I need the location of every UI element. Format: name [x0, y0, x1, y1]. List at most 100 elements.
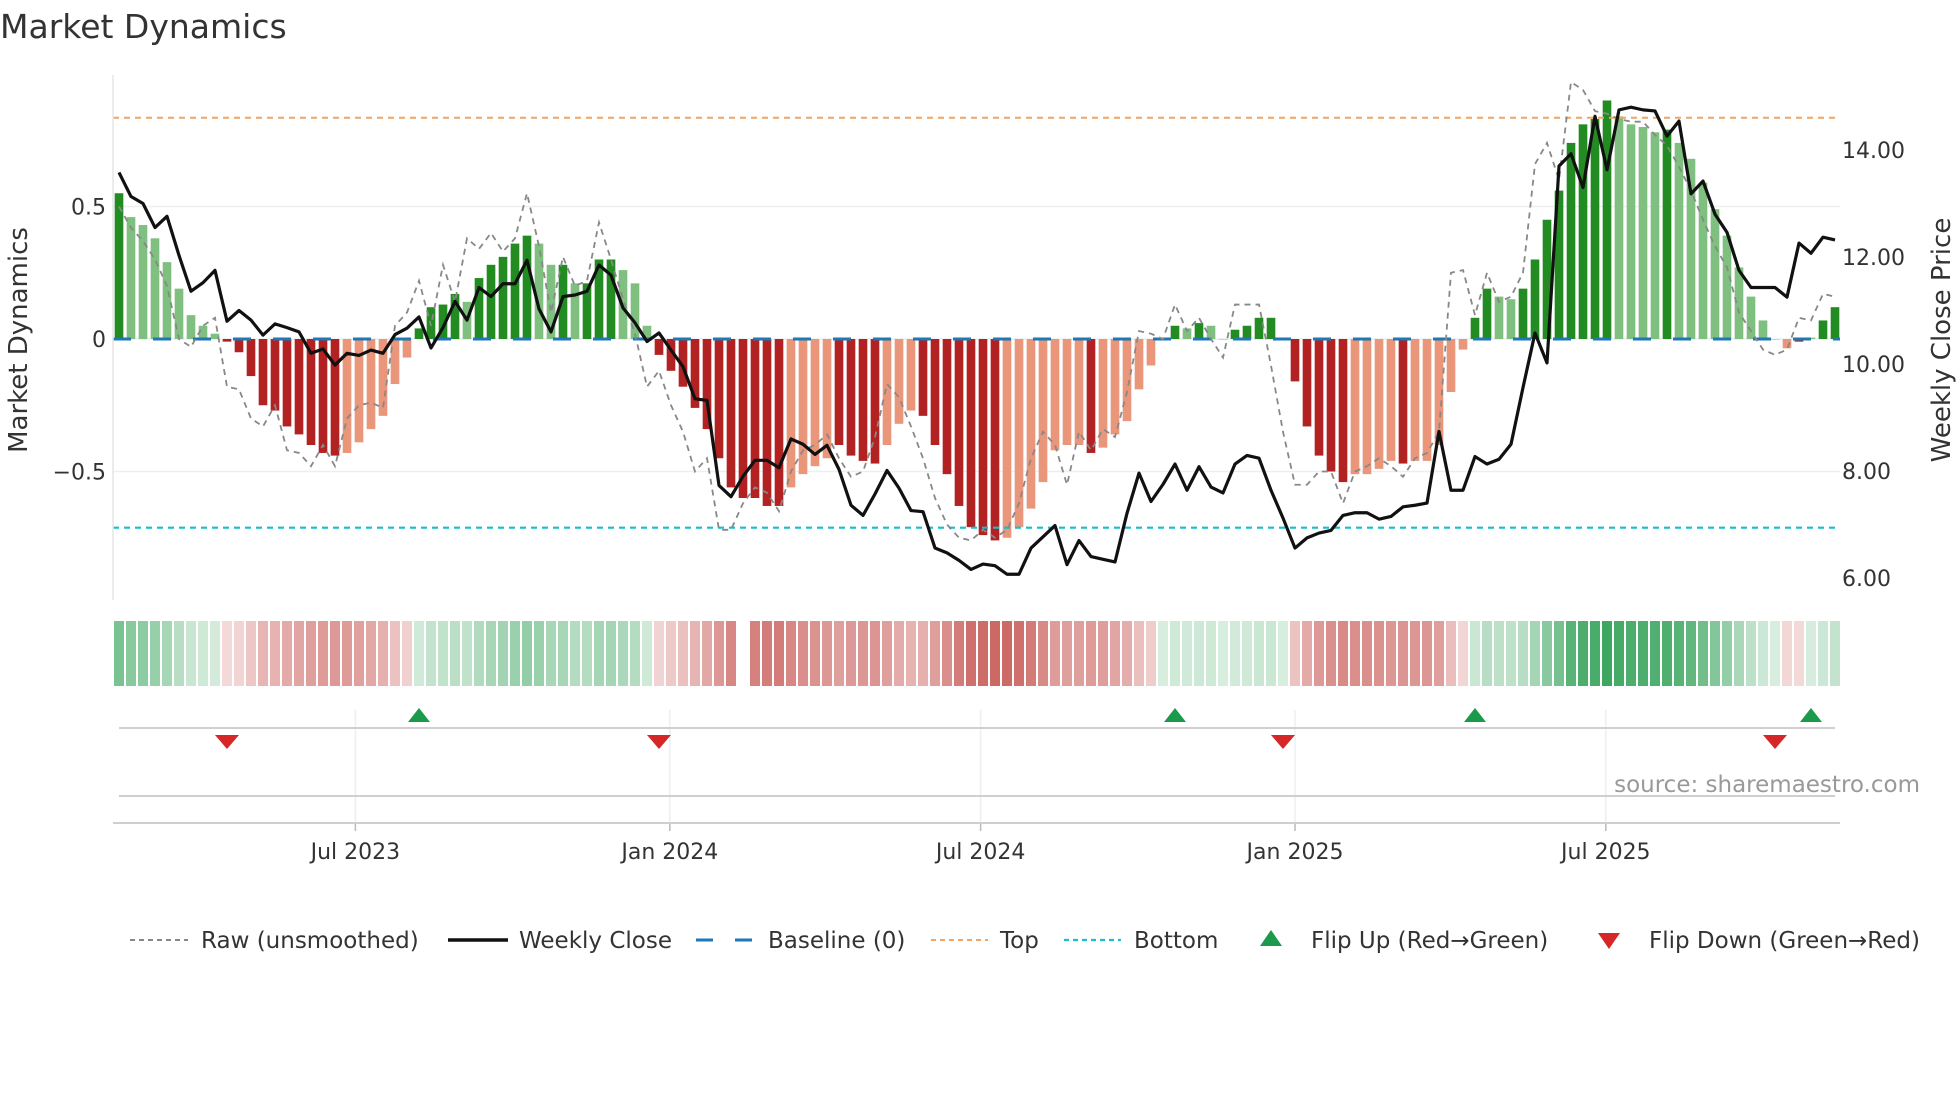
strength-band-cell: [294, 621, 304, 686]
strength-band-cell: [1254, 621, 1264, 686]
strength-band-cell: [546, 621, 556, 686]
histogram-bar: [1134, 339, 1144, 390]
strength-band-cell: [654, 621, 664, 686]
strength-band-cell: [438, 621, 448, 686]
strength-band-cell: [930, 621, 940, 686]
strength-band-cell: [918, 621, 928, 686]
strength-band-cell: [462, 621, 472, 686]
histogram-bar: [918, 339, 928, 416]
histogram-bar: [1518, 288, 1528, 339]
strength-band-cell: [510, 621, 520, 686]
strength-band-cell: [1194, 621, 1204, 686]
histogram-bar: [1002, 339, 1012, 538]
strength-band-cell: [258, 621, 268, 686]
legend-label: Top: [999, 928, 1039, 954]
histogram-bar: [1170, 325, 1180, 339]
histogram-bar: [1422, 339, 1432, 461]
histogram-bar: [1290, 339, 1300, 382]
histogram-bar: [1746, 296, 1756, 339]
strength-band-cell: [1782, 621, 1792, 686]
strength-band-cell: [1050, 621, 1060, 686]
histogram-bar: [1626, 124, 1636, 339]
strength-band-cell: [306, 621, 316, 686]
strength-band-cell: [690, 621, 700, 686]
histogram-bar: [1110, 339, 1120, 435]
strength-band-cell: [1806, 621, 1816, 686]
strength-band-cell: [522, 621, 532, 686]
strength-band-cell: [882, 621, 892, 686]
legend-label: Baseline (0): [768, 928, 905, 954]
strength-band-cell: [1362, 621, 1372, 686]
strength-band-cell: [1686, 621, 1696, 686]
strength-band-cell: [222, 621, 232, 686]
histogram-bar: [1674, 142, 1684, 339]
strength-band-cell: [1602, 621, 1612, 686]
histogram-bar: [1194, 323, 1204, 339]
strength-band-cell: [1026, 621, 1036, 686]
y2-tick-label: 12.00: [1842, 246, 1905, 271]
histogram-bar: [1146, 339, 1156, 366]
strength-band-cell: [894, 621, 904, 686]
histogram-bar: [822, 339, 832, 459]
histogram-bar: [1062, 339, 1072, 445]
histogram-bar: [486, 264, 496, 339]
histogram-bar: [138, 225, 148, 339]
histogram-bar: [1614, 116, 1624, 340]
strength-band-cell: [1314, 621, 1324, 686]
strength-band-cell: [1770, 621, 1780, 686]
strength-band-cell: [762, 621, 772, 686]
histogram-bar: [762, 339, 772, 506]
strength-band-cell: [1218, 621, 1228, 686]
strength-band-cell: [1794, 621, 1804, 686]
y-tick-label: −0.5: [53, 461, 106, 486]
histogram-bar: [1410, 339, 1420, 461]
y2-axis-label: Weekly Close Price: [1927, 218, 1957, 463]
histogram-bar: [1506, 299, 1516, 339]
strength-band-cell: [618, 621, 628, 686]
strength-band-cell: [570, 621, 580, 686]
histogram-bar: [786, 339, 796, 488]
strength-band-cell: [1386, 621, 1396, 686]
strength-band-cell: [1734, 621, 1744, 686]
strength-band-cell: [282, 621, 292, 686]
strength-band-cell: [594, 621, 604, 686]
histogram-bar: [1470, 317, 1480, 339]
strength-band-cell: [390, 621, 400, 686]
strength-band-cell: [750, 621, 760, 686]
strength-band-cell: [1446, 621, 1456, 686]
histogram-bar: [1038, 339, 1048, 483]
strength-band-cell: [426, 621, 436, 686]
histogram-bar: [1650, 132, 1660, 339]
histogram-bar: [1302, 339, 1312, 427]
histogram-bar: [858, 339, 868, 461]
strength-band-cell: [1482, 621, 1492, 686]
legend-label: Flip Up (Red→Green): [1311, 928, 1548, 954]
flip-up-marker-icon: [1164, 708, 1186, 722]
x-tick-label: Jul 2024: [934, 840, 1026, 865]
strength-band-cell: [234, 621, 244, 686]
x-tick-label: Jul 2025: [1559, 840, 1651, 865]
strength-band-cell: [1242, 621, 1252, 686]
histogram-bar: [222, 339, 232, 342]
strength-band-cell: [1146, 621, 1156, 686]
histogram-bar: [1482, 288, 1492, 339]
strength-band-cell: [330, 621, 340, 686]
strength-band-cell: [1350, 621, 1360, 686]
strength-band-cell: [1746, 621, 1756, 686]
histogram-bar: [942, 339, 952, 475]
strength-band-cell: [1410, 621, 1420, 686]
strength-band-cell: [1014, 621, 1024, 686]
histogram-bar: [246, 339, 256, 377]
strength-band-cell: [246, 621, 256, 686]
histogram-bar: [1590, 119, 1600, 339]
strength-band-cell: [834, 621, 844, 686]
strength-band-cell: [534, 621, 544, 686]
histogram-bar: [930, 339, 940, 445]
strength-band-cell: [1170, 621, 1180, 686]
strength-band-cell: [1818, 621, 1828, 686]
histogram-bar: [1050, 339, 1060, 451]
histogram-bar: [318, 339, 328, 453]
strength-band-cell: [786, 621, 796, 686]
histogram-bar: [1326, 339, 1336, 472]
legend-label: Weekly Close: [519, 928, 672, 954]
